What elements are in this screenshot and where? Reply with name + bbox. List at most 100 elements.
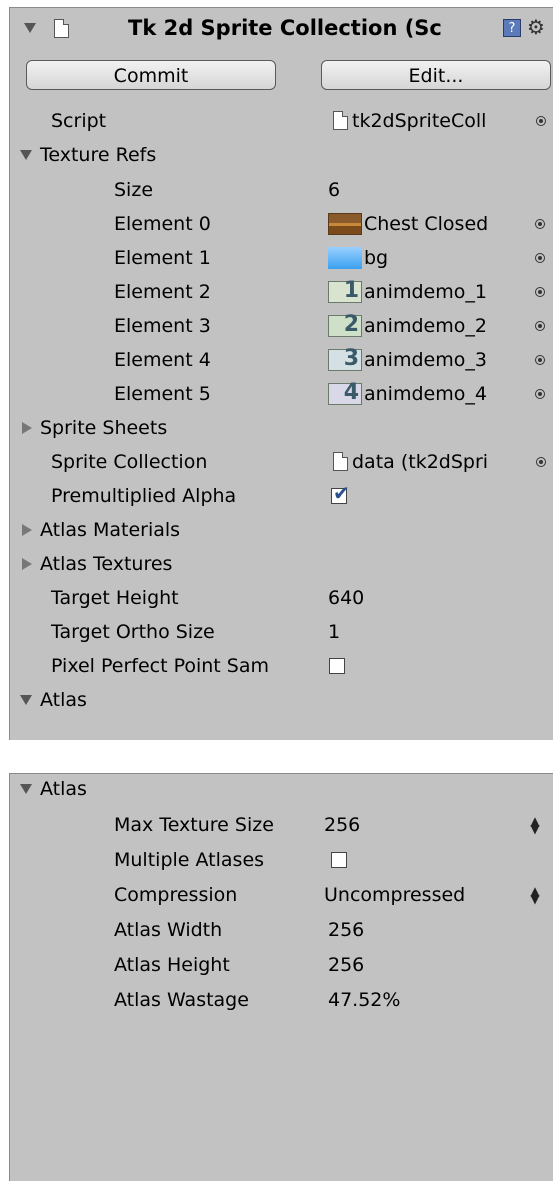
- element-row: Element 5 4 animdemo_4: [10, 377, 553, 411]
- atlas-foldout[interactable]: Atlas: [10, 683, 553, 717]
- object-picker-icon[interactable]: [535, 355, 545, 365]
- foldout-arrow-icon[interactable]: [22, 422, 32, 434]
- gear-icon[interactable]: ⚙: [527, 17, 545, 37]
- inspector-panel-atlas: Atlas Max Texture Size 256 ▲ ▼ Multiple A…: [9, 773, 553, 1181]
- atlas-wastage-row: Atlas Wastage 47.52%: [10, 983, 553, 1017]
- atlas-width-value: 256: [328, 919, 365, 941]
- bg-thumbnail-icon: [328, 247, 362, 269]
- object-picker-icon[interactable]: [535, 287, 545, 297]
- texture-refs-label: Texture Refs: [40, 144, 157, 166]
- size-row: Size 6: [10, 173, 553, 207]
- sprite-collection-label: Sprite Collection: [51, 451, 208, 473]
- object-picker-icon[interactable]: [535, 389, 545, 399]
- compression-value[interactable]: Uncompressed: [324, 878, 465, 912]
- script-label: Script: [51, 110, 107, 132]
- atlas-materials-label: Atlas Materials: [40, 519, 181, 541]
- object-picker-icon[interactable]: [535, 219, 545, 229]
- object-picker-icon[interactable]: [535, 321, 545, 331]
- target-ortho-size-row: Target Ortho Size 1: [10, 615, 553, 649]
- script-row: Script tk2dSpriteColl: [10, 104, 553, 138]
- sprite-collection-row: Sprite Collection data (tk2dSpri: [10, 445, 553, 479]
- size-label: Size: [114, 179, 154, 201]
- target-height-row: Target Height 640: [10, 581, 553, 615]
- pixel-perfect-row: Pixel Perfect Point Sam: [10, 649, 553, 683]
- object-picker-icon[interactable]: [536, 457, 546, 467]
- element-label: Element 0: [114, 213, 211, 235]
- atlas-foldout[interactable]: Atlas: [10, 772, 553, 806]
- atlas-height-row: Atlas Height 256: [10, 948, 553, 982]
- atlas-label: Atlas: [40, 689, 87, 711]
- element-value[interactable]: animdemo_2: [364, 309, 487, 343]
- atlas-width-row: Atlas Width 256: [10, 913, 553, 947]
- object-picker-icon[interactable]: [535, 253, 545, 263]
- sprite-sheets-label: Sprite Sheets: [40, 417, 168, 439]
- element-row: Element 2 1 animdemo_1: [10, 275, 553, 309]
- component-title: Tk 2d Sprite Collection (Sc: [128, 16, 442, 40]
- multiple-atlases-checkbox[interactable]: [331, 852, 347, 868]
- pixel-perfect-checkbox[interactable]: [329, 658, 345, 674]
- foldout-arrow-icon[interactable]: [20, 695, 32, 705]
- component-header[interactable]: Tk 2d Sprite Collection (Sc ? ⚙: [10, 11, 553, 45]
- max-texture-size-label: Max Texture Size: [114, 814, 274, 836]
- chest-thumbnail-icon: [328, 213, 362, 235]
- element-label: Element 1: [114, 247, 211, 269]
- foldout-arrow-icon[interactable]: [22, 524, 32, 536]
- panel-spacer: [9, 717, 553, 740]
- checkmark-icon: ✔: [333, 481, 350, 505]
- multiple-atlases-row: Multiple Atlases: [10, 843, 553, 877]
- foldout-arrow-icon[interactable]: [20, 150, 32, 160]
- texture-refs-foldout[interactable]: Texture Refs: [10, 138, 553, 172]
- atlas-materials-foldout[interactable]: Atlas Materials: [10, 513, 553, 547]
- atlas-wastage-label: Atlas Wastage: [114, 989, 249, 1011]
- foldout-arrow-icon[interactable]: [22, 558, 32, 570]
- element-row: Element 4 3 animdemo_3: [10, 343, 553, 377]
- pixel-perfect-label: Pixel Perfect Point Sam: [51, 655, 270, 677]
- sprite-collection-value[interactable]: data (tk2dSpri: [352, 445, 488, 479]
- target-height-label: Target Height: [51, 587, 179, 609]
- atlas-wastage-value: 47.52%: [328, 989, 401, 1011]
- max-texture-size-value[interactable]: 256: [324, 808, 360, 842]
- element-value[interactable]: animdemo_4: [364, 377, 487, 411]
- multiple-atlases-label: Multiple Atlases: [114, 849, 265, 871]
- dropdown-arrows-icon[interactable]: ▲ ▼: [530, 815, 540, 835]
- animdemo-thumbnail-icon: 3: [328, 346, 362, 371]
- atlas-height-label: Atlas Height: [114, 954, 230, 976]
- inspector-panel: Tk 2d Sprite Collection (Sc ? ⚙ Commit E…: [9, 7, 553, 740]
- animdemo-thumbnail-icon: 2: [328, 312, 362, 337]
- element-value[interactable]: bg: [364, 241, 388, 275]
- dropdown-arrows-icon[interactable]: ▲ ▼: [530, 885, 540, 905]
- animdemo-thumbnail-icon: 1: [328, 278, 362, 303]
- element-row: Element 3 2 animdemo_2: [10, 309, 553, 343]
- sprite-sheets-foldout[interactable]: Sprite Sheets: [10, 411, 553, 445]
- target-ortho-size-label: Target Ortho Size: [51, 621, 215, 643]
- size-value[interactable]: 6: [328, 173, 340, 207]
- atlas-label: Atlas: [40, 778, 87, 800]
- premultiplied-alpha-label: Premultiplied Alpha: [51, 485, 237, 507]
- element-row: Element 0 Chest Closed: [10, 207, 553, 241]
- atlas-textures-foldout[interactable]: Atlas Textures: [10, 547, 553, 581]
- element-label: Element 5: [114, 383, 211, 405]
- script-file-icon: [333, 111, 348, 130]
- target-ortho-size-value[interactable]: 1: [328, 615, 340, 649]
- premultiplied-alpha-row: Premultiplied Alpha ✔: [10, 479, 553, 513]
- edit-button[interactable]: Edit...: [321, 60, 551, 90]
- element-value[interactable]: Chest Closed: [364, 207, 488, 241]
- atlas-height-value: 256: [328, 954, 365, 976]
- element-label: Element 3: [114, 315, 211, 337]
- script-file-icon: [54, 19, 69, 38]
- element-value[interactable]: animdemo_3: [364, 343, 487, 377]
- premultiplied-alpha-checkbox[interactable]: ✔: [331, 483, 350, 504]
- compression-label: Compression: [114, 884, 238, 906]
- element-value[interactable]: animdemo_1: [364, 275, 487, 309]
- foldout-arrow-icon[interactable]: [20, 784, 32, 794]
- target-height-value[interactable]: 640: [328, 581, 364, 615]
- max-texture-size-row: Max Texture Size 256 ▲ ▼: [10, 808, 553, 842]
- element-label: Element 2: [114, 281, 211, 303]
- commit-button[interactable]: Commit: [26, 60, 276, 90]
- foldout-arrow-icon[interactable]: [24, 23, 36, 33]
- atlas-textures-label: Atlas Textures: [40, 553, 173, 575]
- atlas-width-label: Atlas Width: [114, 919, 223, 941]
- help-icon[interactable]: ?: [503, 19, 521, 37]
- script-value[interactable]: tk2dSpriteColl: [352, 104, 486, 138]
- object-picker-icon[interactable]: [536, 116, 546, 126]
